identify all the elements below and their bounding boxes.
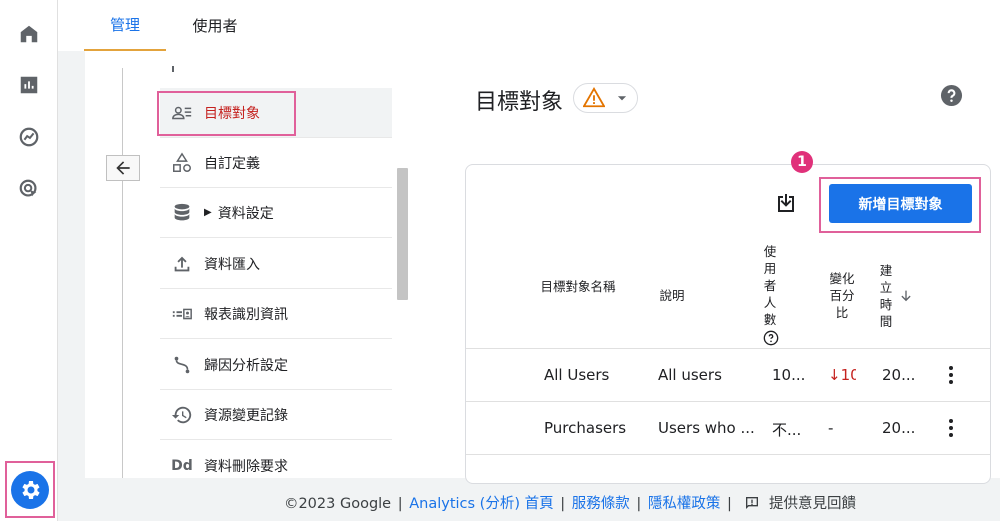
footer-copyright: ©2023 Google bbox=[283, 496, 392, 512]
menu-item-audiences[interactable]: 目標對象 bbox=[160, 88, 392, 138]
cell-description: All users bbox=[658, 366, 722, 384]
menu-item-label: 自訂定義 bbox=[204, 155, 260, 172]
cell-change: ↓10 bbox=[828, 366, 856, 384]
more-vert-icon[interactable] bbox=[948, 366, 954, 386]
property-settings-menu: 目標對象 自訂定義 ▶ 資料設定 資料匯入 報表識別資訊 歸因分析設定 資源變更… bbox=[160, 58, 392, 478]
menu-item-data-deletion-requests[interactable]: Dd 資料刪除要求 bbox=[160, 441, 392, 478]
menu-item-label: 資源變更記錄 bbox=[204, 407, 288, 424]
advertising-icon[interactable] bbox=[13, 173, 45, 205]
help-circle-icon[interactable] bbox=[763, 330, 779, 346]
menu-item-reporting-identity[interactable]: 報表識別資訊 bbox=[160, 289, 392, 339]
footer-terms-link[interactable]: 服務條款 bbox=[572, 496, 630, 512]
cell-created: 20... bbox=[882, 419, 916, 437]
warning-dropdown[interactable] bbox=[573, 83, 638, 113]
arrow-left-icon bbox=[116, 161, 130, 175]
more-vert-icon[interactable] bbox=[948, 419, 954, 439]
menu-item-label: 資料匯入 bbox=[204, 256, 260, 273]
footer-privacy-link[interactable]: 隱私權政策 bbox=[648, 496, 721, 512]
tab-users[interactable]: 使用者 bbox=[178, 0, 252, 51]
help-icon[interactable] bbox=[940, 84, 963, 107]
menu-item-custom-definitions[interactable]: 自訂定義 bbox=[160, 138, 392, 188]
download-icon[interactable] bbox=[774, 192, 798, 216]
cell-users: 10... bbox=[772, 366, 806, 384]
expand-caret-icon[interactable]: ▶ bbox=[204, 207, 212, 218]
menu-item-label: 歸因分析設定 bbox=[204, 357, 288, 374]
menu-item-change-history[interactable]: 資源變更記錄 bbox=[160, 390, 392, 440]
back-button[interactable] bbox=[106, 155, 140, 181]
feedback-icon[interactable] bbox=[744, 495, 760, 511]
menu-scrollbar[interactable] bbox=[397, 168, 408, 300]
database-icon bbox=[174, 203, 190, 220]
menu-item-label: 資料刪除要求 bbox=[204, 459, 288, 475]
menu-item-label: 資料設定 bbox=[217, 205, 274, 222]
header-users[interactable]: 使用者人數 bbox=[760, 243, 780, 328]
menu-item-label: 報表識別資訊 bbox=[204, 306, 288, 323]
step-badge: 1 bbox=[791, 151, 813, 173]
data-deletion-icon: Dd bbox=[171, 458, 193, 474]
header-audience-name[interactable]: 目標對象名稱 bbox=[540, 278, 616, 295]
shapes-icon bbox=[173, 151, 191, 172]
attribution-icon bbox=[174, 356, 190, 373]
cell-change: - bbox=[828, 419, 834, 437]
audience-icon bbox=[172, 106, 192, 119]
header-creation-time[interactable]: 建立時間 bbox=[877, 262, 895, 330]
left-nav-rail bbox=[0, 0, 58, 521]
row-divider bbox=[466, 454, 990, 455]
reporting-identity-icon bbox=[172, 308, 192, 319]
cell-name[interactable]: Purchasers bbox=[544, 419, 626, 437]
cell-users: 不... bbox=[772, 421, 802, 439]
menu-item-label: 目標對象 bbox=[204, 105, 260, 122]
home-icon[interactable] bbox=[13, 18, 45, 50]
history-icon bbox=[171, 406, 192, 423]
menu-tree-line bbox=[122, 68, 123, 478]
menu-item-data-settings[interactable]: ▶ 資料設定 bbox=[160, 188, 392, 238]
header-change-percent[interactable]: 變化百分比 bbox=[826, 270, 858, 321]
tab-admin[interactable]: 管理 bbox=[84, 0, 166, 51]
menu-item-data-import[interactable]: 資料匯入 bbox=[160, 239, 392, 289]
menu-item-attribution-settings[interactable]: 歸因分析設定 bbox=[160, 340, 392, 390]
footer-home-link[interactable]: Analytics (分析) 首頁 bbox=[409, 496, 553, 512]
page-title: 目標對象 bbox=[475, 90, 564, 115]
upload-icon bbox=[174, 256, 190, 271]
cell-description: Users who ... bbox=[658, 419, 755, 437]
footer: ©2023 Google | Analytics (分析) 首頁 | 服務條款 … bbox=[283, 495, 857, 512]
cell-created: 20... bbox=[882, 366, 916, 384]
explore-icon[interactable] bbox=[13, 121, 45, 153]
reports-icon[interactable] bbox=[13, 69, 45, 101]
row-divider bbox=[466, 401, 990, 402]
footer-feedback-link[interactable]: 提供意見回饋 bbox=[769, 496, 856, 512]
new-audience-button[interactable]: 新增目標對象 bbox=[829, 184, 972, 223]
top-tab-bar: 管理 使用者 bbox=[58, 0, 1000, 51]
chevron-down-icon bbox=[617, 96, 626, 101]
sort-arrow-down-icon[interactable] bbox=[898, 288, 914, 304]
header-description[interactable]: 說明 bbox=[657, 287, 687, 304]
row-divider bbox=[466, 348, 990, 349]
cell-name[interactable]: All Users bbox=[544, 366, 609, 384]
warning-icon bbox=[582, 87, 605, 108]
